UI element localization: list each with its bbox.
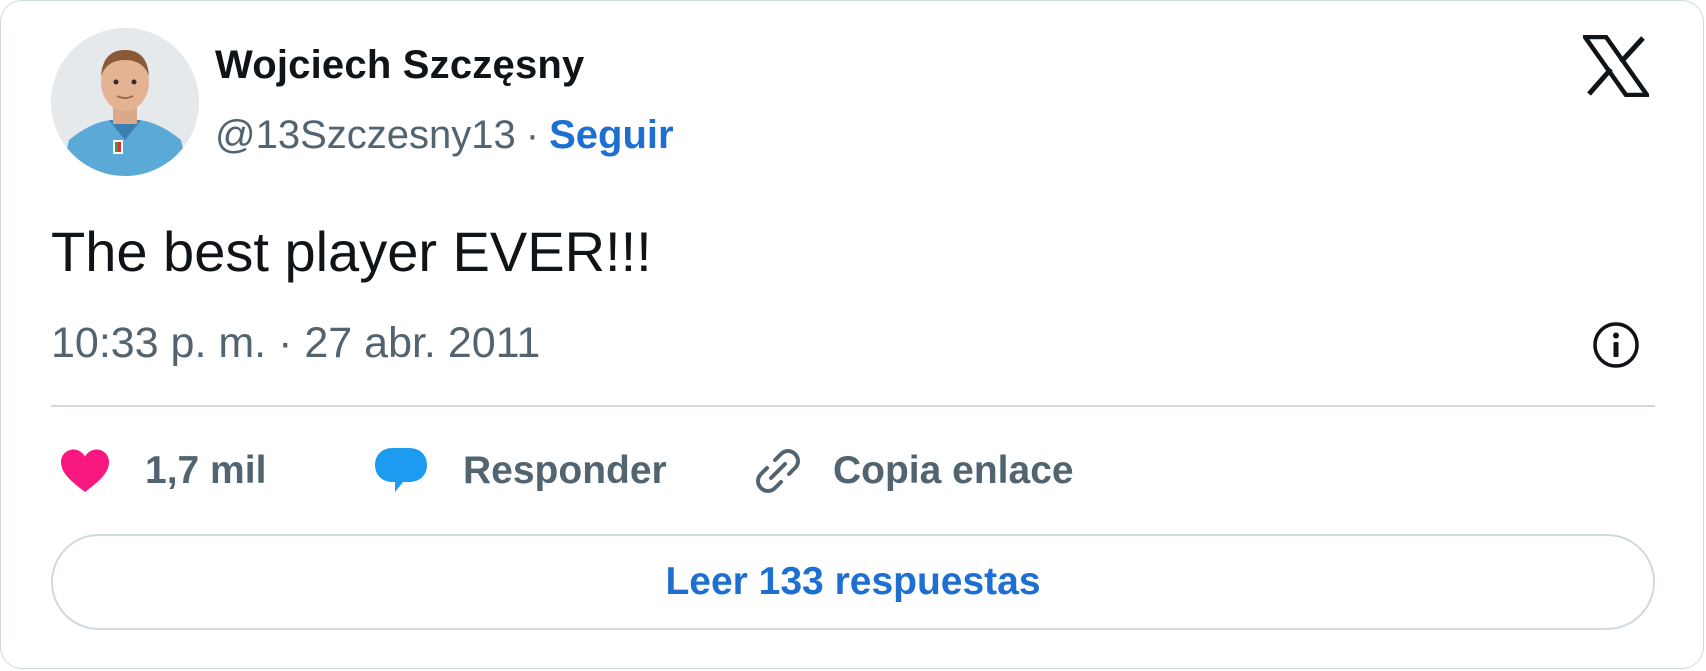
author-handle-row: @13Szczesny13 · Seguir [215,113,674,158]
author-name[interactable]: Wojciech Szczęsny [215,43,584,88]
avatar-image [51,28,199,176]
info-icon[interactable] [1590,319,1642,371]
tweet-time: 10:33 p. m. [51,319,267,367]
avatar[interactable] [51,28,199,176]
speech-bubble-icon [375,448,427,492]
copy-link-button[interactable]: Copia enlace [753,441,1074,501]
like-button[interactable]: 1,7 mil [59,441,266,501]
copy-link-label: Copia enlace [833,449,1074,492]
tweet-card: Wojciech Szczęsny @13Szczesny13 · Seguir T… [0,0,1704,669]
heart-icon [61,449,109,492]
link-icon [756,449,800,493]
author-handle[interactable]: @13Szczesny13 [215,113,516,157]
read-replies-button[interactable]: Leer 133 respuestas [51,534,1655,630]
x-logo-icon[interactable] [1580,34,1652,98]
tweet-text: The best player EVER!!! [51,220,652,283]
follow-link[interactable]: Seguir [549,113,673,157]
meta-separator: · [278,319,293,367]
divider [51,405,1655,407]
tweet-date: 27 abr. 2011 [304,319,541,367]
tweet-timestamp[interactable]: 10:33 p. m. · 27 abr. 2011 [51,319,540,368]
reply-label: Responder [463,449,667,492]
handle-separator: · [525,113,540,157]
like-count: 1,7 mil [145,449,267,492]
reply-button[interactable]: Responder [373,441,667,501]
